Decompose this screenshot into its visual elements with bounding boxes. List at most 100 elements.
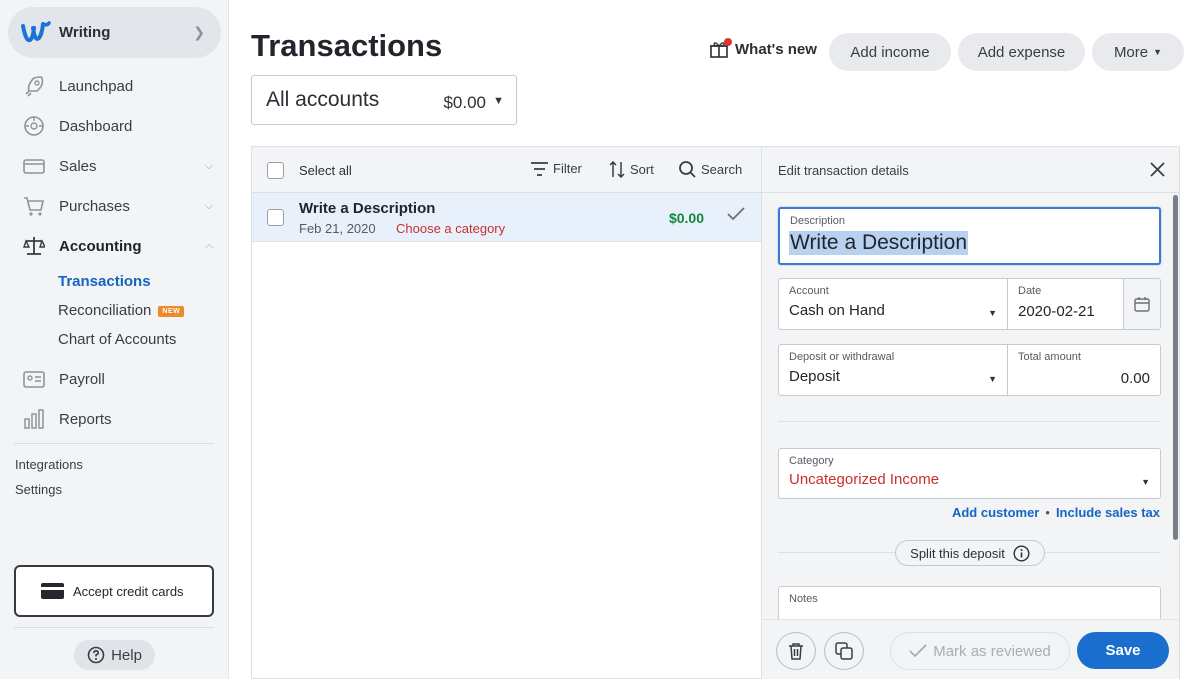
field-label: Description [790,215,846,227]
link-separator: • [1045,505,1050,520]
mark-as-reviewed-button[interactable]: Mark as reviewed [890,632,1070,670]
row-category-link[interactable]: Choose a category [396,221,505,236]
sort-button[interactable]: Sort [609,161,654,178]
nav-label: Accounting [59,237,142,255]
field-label: Date [1018,285,1042,297]
page-title: Transactions [251,28,443,63]
delete-button[interactable] [776,632,816,670]
chevron-down-icon: ⌵ [204,159,213,172]
check-icon[interactable] [727,207,745,226]
nav-label: Dashboard [59,117,133,135]
add-customer-link[interactable]: Add customer [952,505,1039,520]
sidebar-divider [14,443,214,444]
field-label: Notes [789,593,818,605]
calendar-icon [1134,297,1150,312]
dashboard-icon [22,114,46,138]
calendar-button[interactable] [1123,278,1161,330]
date-value: 2020-02-21 [1018,303,1095,320]
nav-reports[interactable]: Reports [0,399,229,439]
nav-accounting[interactable]: Accounting ⌵ [0,226,229,266]
split-deposit-button[interactable]: Split this deposit [895,540,1045,566]
nav-label: Reconciliation [58,302,152,319]
date-field[interactable]: Date 2020-02-21 [1007,278,1124,330]
sidebar: Writing ❯ Launchpad Dashboard Sales ⌵ Pu… [0,0,229,679]
description-field[interactable]: Description Write a Description [778,207,1161,265]
account-select-field[interactable]: Account Cash on Hand ▼ [778,278,1008,330]
nav-sales[interactable]: Sales ⌵ [0,146,229,186]
search-button[interactable]: Search [679,161,742,178]
save-button[interactable]: Save [1077,632,1169,669]
trash-icon [789,643,803,660]
nav-reconciliation[interactable]: Reconciliation NEW [58,302,185,319]
add-expense-button[interactable]: Add expense [958,33,1085,71]
account-value: Cash on Hand [789,302,885,319]
field-label: Account [789,285,829,297]
select-all-label: Select all [299,163,352,178]
total-amount-field[interactable]: Total amount 0.00 [1007,344,1161,396]
transaction-list: Select all Filter Sort Search Write a De… [251,146,762,679]
reports-icon [22,407,46,431]
accept-cards-label: Accept credit cards [73,583,184,599]
help-icon [87,646,105,664]
list-toolbar: Select all Filter Sort Search [252,147,761,193]
select-all-checkbox[interactable] [267,162,284,179]
scrollbar[interactable] [1173,195,1178,540]
cart-icon [22,194,46,218]
nav-purchases[interactable]: Purchases ⌵ [0,186,229,226]
category-select[interactable]: Category Uncategorized Income ▼ [778,448,1161,499]
nav-label: Purchases [59,197,130,215]
whats-new-button[interactable]: What's new [709,38,817,58]
nav-dashboard[interactable]: Dashboard [0,106,229,146]
add-income-button[interactable]: Add income [829,33,951,71]
credit-card-icon [41,583,64,599]
nav-label: Launchpad [59,77,134,95]
nav-transactions[interactable]: Transactions [58,273,151,290]
caret-down-icon: ▼ [1153,47,1163,57]
more-label: More [1113,43,1149,61]
close-icon[interactable] [1150,162,1165,182]
mark-reviewed-label: Mark as reviewed [933,642,1051,660]
more-button[interactable]: More ▼ [1092,33,1184,71]
filter-label: Filter [553,161,582,176]
accept-credit-cards-button[interactable]: Accept credit cards [14,565,214,617]
filter-button[interactable]: Filter [531,161,582,176]
include-sales-tax-link[interactable]: Include sales tax [1056,505,1160,520]
sort-icon [609,161,625,178]
caret-down-icon: ▼ [988,308,997,318]
table-row[interactable]: Write a Description Feb 21, 2020 Choose … [252,193,762,242]
caret-down-icon: ▼ [988,374,997,384]
total-amount-value: 0.00 [1120,370,1150,387]
field-label: Category [789,455,834,467]
edit-panel-title: Edit transaction details [778,163,909,178]
nav-label: Payroll [59,370,105,388]
sales-icon [22,154,46,178]
duplicate-button[interactable] [824,632,864,670]
scale-icon [22,234,46,258]
nav-payroll[interactable]: Payroll [0,359,229,399]
row-amount: $0.00 [668,210,704,226]
nav-settings[interactable]: Settings [15,482,62,497]
nav-integrations[interactable]: Integrations [15,457,83,472]
deposit-withdrawal-select[interactable]: Deposit or withdrawal Deposit ▼ [778,344,1008,396]
copy-icon [835,642,853,660]
section-divider [778,421,1161,422]
nav-chart-of-accounts[interactable]: Chart of Accounts [58,331,176,348]
field-label: Total amount [1018,351,1081,363]
chevron-up-icon: ⌵ [204,240,213,253]
chevron-right-icon: ❯ [193,24,205,40]
account-select[interactable]: All accounts $0.00 ▼ [251,75,517,125]
account-select-amount: $0.00 [443,93,486,112]
sidebar-divider [14,627,214,628]
search-label: Search [701,162,743,177]
nav-label: Reports [59,410,112,428]
nav-launchpad[interactable]: Launchpad [0,66,229,106]
business-switcher[interactable]: Writing ❯ [8,7,221,58]
row-checkbox[interactable] [267,209,284,226]
deposit-withdrawal-value: Deposit [789,368,840,385]
edit-transaction-panel: Edit transaction details Description Wri… [761,146,1180,679]
help-button[interactable]: Help [74,640,155,670]
wave-logo-icon [21,20,51,42]
whats-new-label: What's new [735,40,817,58]
payroll-icon [22,367,46,391]
row-description: Write a Description [299,200,436,217]
